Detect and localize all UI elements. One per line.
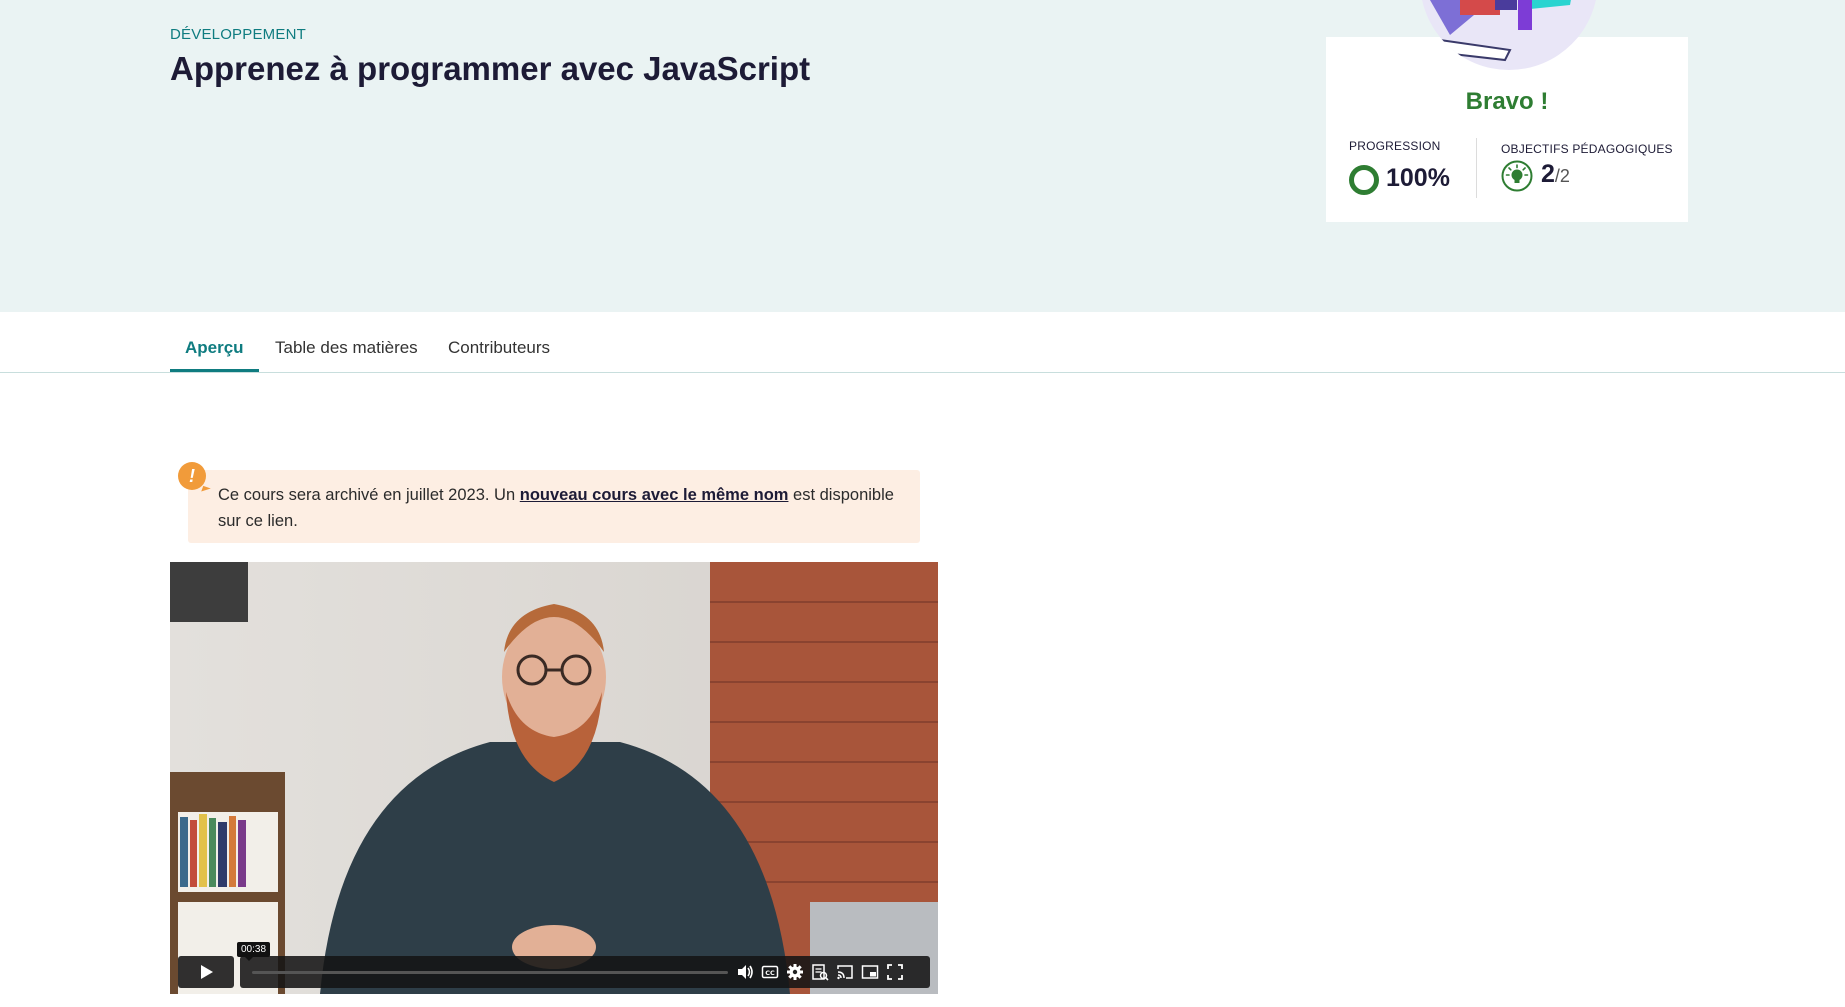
picture-in-picture-icon[interactable] [861,963,879,981]
course-category[interactable]: DÉVELOPPEMENT [170,26,306,43]
objectives-label: OBJECTIFS PÉDAGOGIQUES [1501,142,1673,156]
course-title: Apprenez à programmer avec JavaScript [170,50,811,87]
objectives-total: /2 [1554,166,1570,186]
volume-icon[interactable] [736,963,754,981]
captions-icon[interactable]: CC [761,963,779,981]
settings-icon[interactable] [786,963,804,981]
stats-divider [1476,138,1477,198]
tab-contributeurs[interactable]: Contributeurs [448,338,550,358]
bravo-message: Bravo ! [1465,88,1549,115]
play-button[interactable] [178,956,234,988]
svg-text:CC: CC [765,969,775,977]
notice-text-before: Ce cours sera archivé en juillet 2023. U… [218,486,520,504]
new-course-link[interactable]: nouveau cours avec le même nom [520,486,789,504]
objectives-value: 2/2 [1541,160,1570,189]
play-icon [201,965,213,979]
video-frame [170,562,938,994]
progression-value: 100% [1386,164,1450,192]
video-progress-track[interactable] [252,971,728,974]
warning-icon: ! [178,462,206,490]
cast-icon[interactable] [836,963,854,981]
video-controls: CC 00:38 [178,942,930,988]
lightbulb-icon [1501,160,1533,192]
course-video-player[interactable]: CC 00:38 [170,562,938,994]
objectives-done: 2 [1541,160,1555,188]
video-control-bar: CC [240,956,930,988]
progression-label: PROGRESSION [1349,139,1441,153]
time-tooltip: 00:38 [237,942,271,961]
tab-table-des-matieres[interactable]: Table des matières [275,338,418,358]
tab-apercu[interactable]: Aperçu [185,338,244,358]
archive-notice: Ce cours sera archivé en juillet 2023. U… [188,470,920,543]
progress-ring-icon [1349,165,1379,195]
transcript-icon[interactable] [811,963,829,981]
course-tabs: Aperçu Table des matières Contributeurs [0,312,1845,373]
active-tab-indicator [170,369,259,372]
fullscreen-icon[interactable] [886,963,904,981]
